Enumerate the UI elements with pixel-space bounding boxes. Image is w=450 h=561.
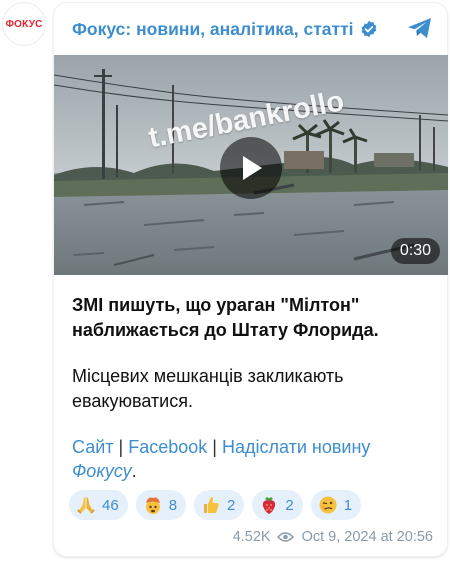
site-link[interactable]: Сайт [72,437,114,457]
reaction-count: 1 [343,496,353,514]
post-meta: 4.52K Oct 9, 2024 at 20:56 [233,529,433,545]
reaction-folded-hands[interactable]: 46 [69,490,128,520]
post-date: Oct 9, 2024 at 20:56 [301,529,433,545]
body-line-1: Місцевих мешканців закликають [72,366,344,386]
channel-name[interactable]: Фокус: новини, аналітика, статті [72,19,354,40]
thumbs-up-icon [200,494,222,516]
post-card: Фокус: новини, аналітика, статті t.me/ba… [53,2,448,557]
exploding-head-icon [142,494,164,516]
headline-line-1: ЗМІ пишуть, що ураган "Мілтон" [72,295,360,315]
play-button[interactable] [220,137,282,199]
reaction-thumbs-up[interactable]: 2 [194,490,245,520]
link-separator: | [113,437,129,457]
play-icon [243,156,262,180]
view-count: 4.52K [232,529,271,545]
video-player[interactable]: t.me/bankrollo 0:30 [54,55,448,275]
post-header: Фокус: новини, аналітика, статті [72,15,439,43]
headline-line-2: наближається до Штату Флорида. [72,320,379,340]
link-separator-2: | [207,437,222,457]
reactions-bar: 46 8 2 2 1 [69,490,362,520]
reaction-count: 2 [285,496,294,514]
body-line-2: евакуюватися. [72,391,193,411]
link-period: . [131,461,137,481]
woozy-face-icon [317,494,339,516]
telegram-icon[interactable] [405,13,435,43]
video-duration: 0:30 [390,238,440,264]
avatar-text: ФОКУС [5,18,43,30]
post-body: Місцевих мешканців закликають евакуювати… [72,364,437,414]
post-headline: ЗМІ пишуть, що ураган "Мілтон" наближаєт… [72,293,437,343]
reaction-count: 46 [102,496,119,514]
eye-icon [276,531,294,543]
folded-hands-icon [75,494,97,516]
focus-link[interactable]: Фокусу [72,461,132,481]
channel-avatar[interactable]: ФОКУС [2,2,46,46]
facebook-link[interactable]: Facebook [128,437,207,457]
reaction-strawberry[interactable]: 2 [252,490,303,520]
post-links: Сайт | Facebook | Надіслати новину Фокус… [72,435,437,483]
verified-badge-icon [360,20,378,38]
reaction-count: 2 [227,496,236,514]
reaction-exploding-head[interactable]: 8 [135,490,187,520]
reaction-count: 8 [168,496,178,514]
reaction-woozy-face[interactable]: 1 [310,490,362,520]
send-news-link[interactable]: Надіслати новину [222,437,370,457]
strawberry-icon [258,494,280,516]
